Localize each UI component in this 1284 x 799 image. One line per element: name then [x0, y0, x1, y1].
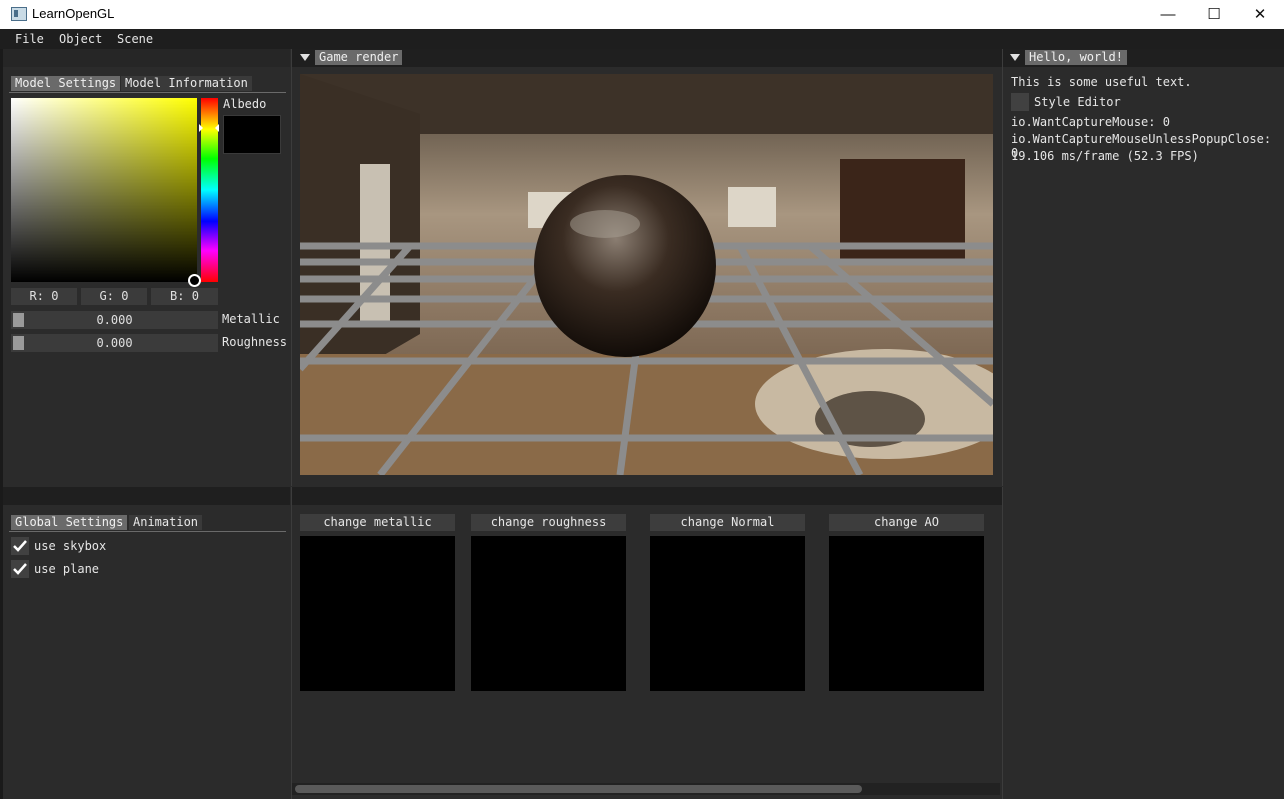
use-skybox-checkbox[interactable]	[11, 537, 29, 555]
metallic-value: 0.000	[96, 313, 133, 327]
change-normal-button[interactable]: change Normal	[650, 514, 805, 531]
change-roughness-button[interactable]: change roughness	[471, 514, 626, 531]
tab-hello-world[interactable]: Hello, world!	[1025, 50, 1127, 65]
menu-scene[interactable]: Scene	[117, 32, 153, 46]
metallic-slider[interactable]: 0.000	[11, 311, 218, 329]
fps-text: 19.106 ms/frame (52.3 FPS)	[1011, 149, 1199, 163]
albedo-color-swatch[interactable]	[223, 115, 281, 154]
tab-underline	[9, 92, 286, 93]
metallic-label: Metallic	[222, 312, 280, 326]
tab-game-render[interactable]: Game render	[315, 50, 403, 65]
roughness-label: Roughness	[222, 335, 288, 349]
tab-animation[interactable]: Animation	[129, 515, 203, 530]
close-button[interactable]: ✕	[1237, 0, 1283, 29]
texture-panel: change metallic change roughness change …	[291, 487, 1003, 799]
blue-field[interactable]: B: 0	[151, 288, 218, 305]
metallic-texture-preview	[300, 536, 455, 691]
minimize-button[interactable]: —	[1145, 0, 1191, 29]
hue-marker-right-icon	[215, 124, 219, 132]
hue-marker-left-icon	[199, 124, 203, 132]
menu-object[interactable]: Object	[59, 32, 102, 46]
panel-header	[3, 49, 290, 67]
game-render-panel: Game render	[291, 49, 1003, 486]
hello-world-panel: Hello, world! This is some useful text. …	[1003, 49, 1284, 799]
model-settings-panel: Model Settings Model Information Albedo …	[3, 49, 290, 486]
use-skybox-label: use skybox	[34, 539, 107, 553]
change-metallic-button[interactable]: change metallic	[300, 514, 455, 531]
albedo-label: Albedo	[223, 97, 267, 111]
change-ao-button[interactable]: change AO	[829, 514, 984, 531]
window-edge	[0, 49, 3, 799]
scene-render-image	[300, 74, 993, 475]
tab-global-settings[interactable]: Global Settings	[11, 515, 128, 530]
useful-text: This is some useful text.	[1011, 75, 1192, 89]
roughness-value: 0.000	[96, 336, 133, 350]
checkmark-icon	[13, 540, 27, 552]
use-plane-checkbox[interactable]	[11, 560, 29, 578]
use-plane-label: use plane	[34, 562, 100, 576]
roughness-texture-preview	[471, 536, 626, 691]
maximize-button[interactable]: ☐	[1191, 0, 1237, 29]
saturation-value-picker[interactable]	[11, 98, 197, 282]
window-title: LearnOpenGL	[32, 6, 115, 21]
picker-cursor[interactable]	[188, 274, 201, 287]
style-editor-label: Style Editor	[1034, 95, 1121, 109]
menu-file[interactable]: File	[15, 32, 44, 46]
tab-model-settings[interactable]: Model Settings	[11, 76, 121, 91]
ao-texture-preview	[829, 536, 984, 691]
app-icon	[11, 7, 27, 21]
global-settings-panel: Global Settings Animation use skybox use…	[3, 487, 290, 799]
tab-underline	[9, 531, 286, 532]
render-viewport[interactable]	[300, 74, 993, 475]
menu-bar: File Object Scene	[0, 29, 1284, 49]
roughness-slider[interactable]: 0.000	[11, 334, 218, 352]
window-title-bar: LearnOpenGL — ☐ ✕	[0, 0, 1284, 29]
capture-mouse-text: io.WantCaptureMouse: 0	[1011, 115, 1170, 129]
green-field[interactable]: G: 0	[81, 288, 147, 305]
red-field[interactable]: R: 0	[11, 288, 77, 305]
texture-tab-bar	[292, 487, 1002, 505]
normal-texture-preview	[650, 536, 805, 691]
scrollbar-thumb[interactable]	[295, 785, 862, 793]
collapse-triangle-icon[interactable]	[300, 54, 310, 61]
checkmark-icon	[13, 563, 27, 575]
tab-model-information[interactable]: Model Information	[121, 76, 252, 91]
collapse-triangle-icon[interactable]	[1010, 54, 1020, 61]
style-editor-checkbox[interactable]	[1011, 93, 1029, 111]
horizontal-scrollbar[interactable]	[292, 783, 1000, 795]
global-tab-bar	[3, 487, 290, 505]
